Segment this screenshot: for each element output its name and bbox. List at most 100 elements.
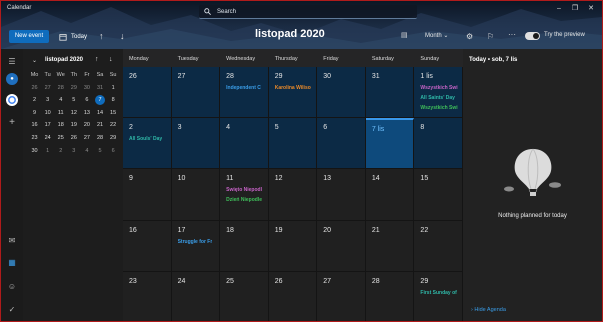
day-cell[interactable]: 13 — [317, 169, 366, 221]
mini-day[interactable]: 5 — [67, 94, 80, 107]
day-cell[interactable]: 19 — [268, 220, 318, 272]
day-cell[interactable]: 22 — [414, 220, 463, 272]
mini-day[interactable]: 28 — [93, 132, 106, 145]
day-cell[interactable]: 15 — [414, 169, 463, 221]
outlook-account-icon[interactable]: ● — [6, 73, 18, 85]
mini-day[interactable]: 28 — [54, 82, 67, 95]
day-cell[interactable]: 1 lis Wszystkich Świ All Saints' Day Wszyst… — [414, 67, 463, 119]
mail-icon[interactable]: ✉ — [6, 235, 18, 247]
view-selector[interactable]: Month ⌄ — [425, 32, 448, 39]
mini-day[interactable]: 22 — [107, 119, 120, 132]
calendar-event[interactable]: First Sunday of — [420, 290, 456, 296]
maximize-icon[interactable]: ❐ — [570, 4, 580, 14]
day-cell[interactable]: 14 — [365, 169, 415, 221]
day-cell[interactable]: 6 — [317, 118, 366, 170]
calendar-event[interactable]: Struggle for Fr — [178, 239, 213, 245]
day-cell[interactable]: 25 — [220, 271, 269, 321]
calendar-event[interactable]: Wszystkich Świ — [420, 105, 457, 111]
mini-day[interactable]: 27 — [41, 82, 54, 95]
day-cell[interactable]: 23 — [123, 271, 172, 321]
mini-day[interactable]: 17 — [41, 119, 54, 132]
day-cell[interactable]: 29 Karolina Wiliso — [268, 67, 318, 119]
mini-next-icon[interactable]: ↓ — [109, 56, 113, 63]
mini-day[interactable]: 3 — [67, 145, 80, 158]
mini-day[interactable]: 23 — [28, 132, 41, 145]
day-cell[interactable]: 30 — [317, 67, 366, 119]
mini-day[interactable]: 12 — [67, 107, 80, 120]
day-cell[interactable]: 29 First Sunday of — [414, 271, 463, 321]
hide-agenda-link[interactable]: › Hide Agenda — [471, 307, 506, 313]
day-cell[interactable]: 7 lis — [365, 118, 415, 170]
mini-day[interactable]: 2 — [54, 145, 67, 158]
day-cell[interactable]: 18 — [220, 220, 269, 272]
add-icon[interactable]: + — [6, 117, 18, 129]
todo-icon[interactable]: ✓ — [6, 304, 18, 316]
mini-day[interactable]: 4 — [54, 94, 67, 107]
mini-day[interactable]: 8 — [107, 94, 120, 107]
calendar-event[interactable]: Independent C — [226, 85, 261, 91]
settings-icon[interactable]: ⚙ — [466, 32, 473, 41]
day-cell[interactable]: 8 — [414, 118, 463, 170]
calendar-event[interactable]: Dzień Niepodle — [226, 197, 262, 203]
day-cell[interactable]: 9 — [123, 169, 172, 221]
new-event-button[interactable]: New event — [9, 30, 49, 43]
mini-day[interactable]: 26 — [67, 132, 80, 145]
calendar-event[interactable]: All Saints' Day — [420, 95, 455, 101]
mini-day[interactable]: 11 — [54, 107, 67, 120]
day-cell[interactable]: 4 — [220, 118, 269, 170]
today-button[interactable]: Today — [59, 30, 87, 43]
mini-day[interactable]: 6 — [80, 94, 93, 107]
collapse-caret-icon[interactable]: ⌄ — [32, 57, 37, 64]
google-account-icon[interactable] — [6, 94, 18, 106]
mini-day[interactable]: 1 — [107, 82, 120, 95]
mini-day[interactable]: 21 — [93, 119, 106, 132]
arrow-down-icon[interactable]: ↓ — [120, 30, 125, 43]
preview-toggle[interactable] — [525, 32, 540, 40]
mini-day[interactable]: 25 — [54, 132, 67, 145]
day-cell[interactable]: 28 — [365, 271, 415, 321]
day-cell[interactable]: 12 — [268, 169, 318, 221]
more-icon[interactable]: ··· — [508, 30, 516, 39]
mini-day[interactable]: 30 — [28, 145, 41, 158]
day-cell[interactable]: 10 — [171, 169, 221, 221]
calendar-event[interactable]: Wszystkich Świ — [420, 85, 457, 91]
mini-day[interactable]: 10 — [41, 107, 54, 120]
mini-day[interactable]: 6 — [107, 145, 120, 158]
mini-day[interactable]: 27 — [80, 132, 93, 145]
calendar-event[interactable]: All Souls' Day — [129, 136, 162, 142]
day-cell[interactable]: 26 — [123, 67, 172, 119]
day-cell[interactable]: 16 — [123, 220, 172, 272]
day-cell[interactable]: 3 — [171, 118, 221, 170]
day-cell[interactable]: 26 — [268, 271, 318, 321]
mini-day[interactable]: 26 — [28, 82, 41, 95]
mini-day[interactable]: 20 — [80, 119, 93, 132]
people-icon[interactable]: ☺ — [6, 281, 18, 293]
mini-day[interactable]: 30 — [80, 82, 93, 95]
day-cell[interactable]: 24 — [171, 271, 221, 321]
mini-day[interactable]: 29 — [107, 132, 120, 145]
feedback-icon[interactable]: ⚐ — [487, 32, 494, 41]
mini-day[interactable]: 31 — [93, 82, 106, 95]
day-cell[interactable]: 17 Struggle for Fr — [171, 220, 221, 272]
mini-day[interactable]: 4 — [80, 145, 93, 158]
mini-day[interactable]: 3 — [41, 94, 54, 107]
mini-day[interactable]: 7 — [93, 94, 106, 107]
mini-day[interactable]: 24 — [41, 132, 54, 145]
mini-day[interactable]: 18 — [54, 119, 67, 132]
calendar-event[interactable]: Karolina Wiliso — [275, 85, 311, 91]
calendar-icon[interactable]: ▦ — [6, 257, 18, 269]
arrow-up-icon[interactable]: ↑ — [99, 30, 104, 43]
mini-prev-icon[interactable]: ↑ — [95, 56, 99, 63]
mini-day[interactable]: 13 — [80, 107, 93, 120]
day-cell[interactable]: 31 — [365, 67, 415, 119]
mini-day[interactable]: 19 — [67, 119, 80, 132]
day-cell[interactable]: 20 — [317, 220, 366, 272]
close-icon[interactable]: ✕ — [586, 4, 596, 14]
search-box[interactable]: Search — [199, 5, 417, 19]
minimize-icon[interactable]: – — [554, 4, 564, 14]
day-cell[interactable]: 28 Independent C — [220, 67, 269, 119]
day-cell[interactable]: 21 — [365, 220, 415, 272]
day-cell[interactable]: 2 All Souls' Day — [123, 118, 172, 170]
day-cell[interactable]: 5 — [268, 118, 318, 170]
mini-day[interactable]: 2 — [28, 94, 41, 107]
